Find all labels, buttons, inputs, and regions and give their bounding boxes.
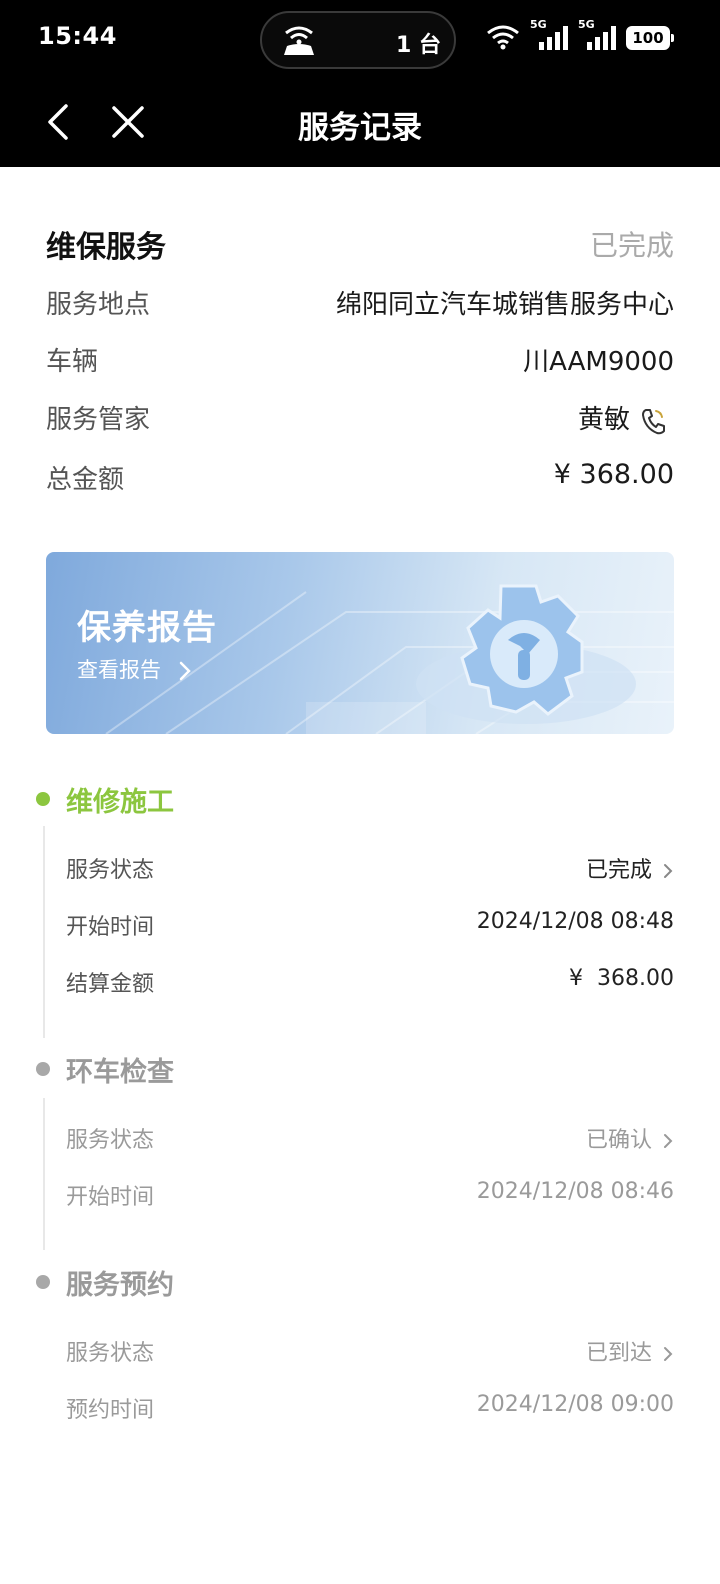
row-label: 开始时间 (66, 915, 155, 940)
location-value: 绵阳同立汽车城销售服务中心 (335, 290, 674, 320)
appointment-status-row[interactable]: 服务状态 已到达 (66, 1335, 674, 1369)
row-value: ¥ 368.00 (569, 966, 674, 991)
gear-wrench-icon (416, 584, 636, 724)
vehicle-row: 车辆 川AAM9000 (46, 341, 674, 381)
row-label: 服务状态 (66, 1128, 155, 1153)
timeline-line (43, 826, 45, 1038)
advisor-value-wrap[interactable]: 黄敏 (578, 399, 674, 436)
top-bar: 15:44 1 台 5G 5G 100 服务记录 (0, 0, 720, 167)
row-value: 2024/12/08 09:00 (476, 1392, 674, 1417)
chevron-right-icon (179, 661, 191, 681)
signal-icon: 5G (530, 18, 568, 50)
chevron-right-icon (664, 864, 673, 878)
appointment-time-row: 预约时间 2024/12/08 09:00 (66, 1392, 674, 1426)
total-row: 总金额 ¥ 368.00 (46, 459, 674, 499)
row-label: 开始时间 (66, 1185, 155, 1210)
chevron-right-icon (664, 1347, 673, 1361)
repair-amount-row: 结算金额 ¥ 368.00 (66, 966, 674, 1000)
page-title: 服务记录 (298, 110, 422, 146)
row-label: 服务状态 (66, 858, 155, 883)
timeline-line (43, 1098, 45, 1250)
status-icons: 5G 5G 100 (486, 18, 674, 50)
total-value: ¥ 368.00 (553, 459, 674, 490)
battery-icon: 100 (626, 26, 674, 50)
vehicle-label: 车辆 (46, 347, 99, 377)
row-value: 2024/12/08 08:48 (476, 909, 674, 934)
repair-status-row[interactable]: 服务状态 已完成 (66, 852, 674, 886)
location-row: 服务地点 绵阳同立汽车城销售服务中心 (46, 284, 674, 324)
timeline-dot (36, 1275, 50, 1289)
phone-icon[interactable] (640, 407, 666, 435)
advisor-row: 服务管家 黄敏 (46, 399, 674, 439)
section-title-inspection: 环车检查 (66, 1057, 174, 1088)
location-label: 服务地点 (46, 290, 151, 320)
pill-text: 1 台 (396, 33, 441, 58)
wifi-icon (487, 25, 519, 50)
status-time: 15:44 (38, 22, 117, 50)
repair-start-row: 开始时间 2024/12/08 08:48 (66, 909, 674, 943)
section-title-repair: 维修施工 (66, 787, 174, 818)
row-value: 2024/12/08 08:46 (476, 1179, 674, 1204)
vehicle-value: 川AAM9000 (523, 347, 674, 377)
row-label: 服务状态 (66, 1341, 155, 1366)
total-label: 总金额 (46, 465, 125, 495)
row-label: 预约时间 (66, 1398, 155, 1423)
row-value: 已确认 (586, 1122, 674, 1154)
row-value: 已完成 (586, 852, 674, 884)
inspection-start-row: 开始时间 2024/12/08 08:46 (66, 1179, 674, 1213)
service-status: 已完成 (589, 229, 674, 262)
view-report-link[interactable]: 查看报告 (77, 654, 192, 684)
timeline-dot-active (36, 792, 50, 806)
advisor-label: 服务管家 (46, 405, 151, 435)
service-type-title: 维保服务 (46, 230, 166, 265)
maintenance-report-banner[interactable]: 保养报告 查看报告 (46, 552, 674, 734)
timeline-dot (36, 1062, 50, 1076)
car-icon (284, 26, 314, 55)
dynamic-island-pill[interactable]: 1 台 (260, 11, 456, 69)
row-label: 结算金额 (66, 972, 155, 997)
row-value: 已到达 (586, 1335, 674, 1367)
chevron-right-icon (664, 1134, 673, 1148)
banner-title: 保养报告 (77, 608, 217, 648)
inspection-status-row[interactable]: 服务状态 已确认 (66, 1122, 674, 1156)
advisor-name: 黄敏 (577, 405, 630, 435)
section-title-appointment: 服务预约 (66, 1270, 174, 1301)
signal-icon-2: 5G (578, 18, 616, 50)
